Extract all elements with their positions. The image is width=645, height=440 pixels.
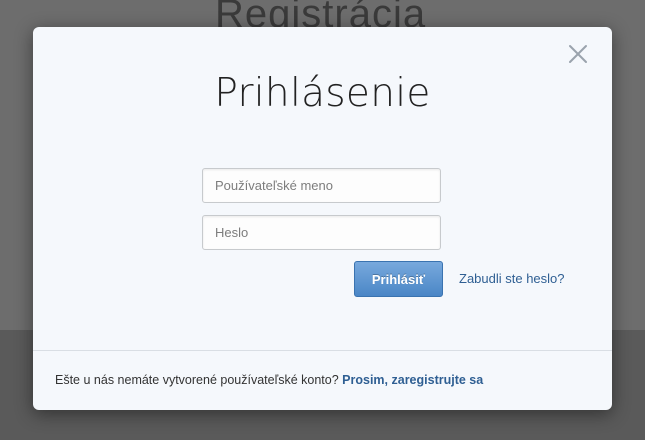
- login-modal: Prihlásenie Prihlásiť Zabudli ste heslo?…: [33, 27, 612, 410]
- close-button[interactable]: [567, 43, 589, 65]
- footer-text: Ešte u nás nemáte vytvorené používateľsk…: [55, 373, 339, 387]
- register-link[interactable]: Prosim, zaregistrujte sa: [342, 373, 483, 387]
- login-button[interactable]: Prihlásiť: [354, 261, 443, 297]
- modal-title: Prihlásenie: [214, 71, 431, 116]
- username-input[interactable]: [202, 168, 441, 203]
- forgot-password-link[interactable]: Zabudli ste heslo?: [459, 271, 565, 286]
- footer-divider: [33, 350, 612, 351]
- modal-footer: Ešte u nás nemáte vytvorené používateľsk…: [55, 373, 483, 387]
- close-icon: [569, 45, 587, 63]
- page: Registrácia Prihlásenie Prihlásiť Zabudl…: [0, 0, 645, 440]
- password-input[interactable]: [202, 215, 441, 250]
